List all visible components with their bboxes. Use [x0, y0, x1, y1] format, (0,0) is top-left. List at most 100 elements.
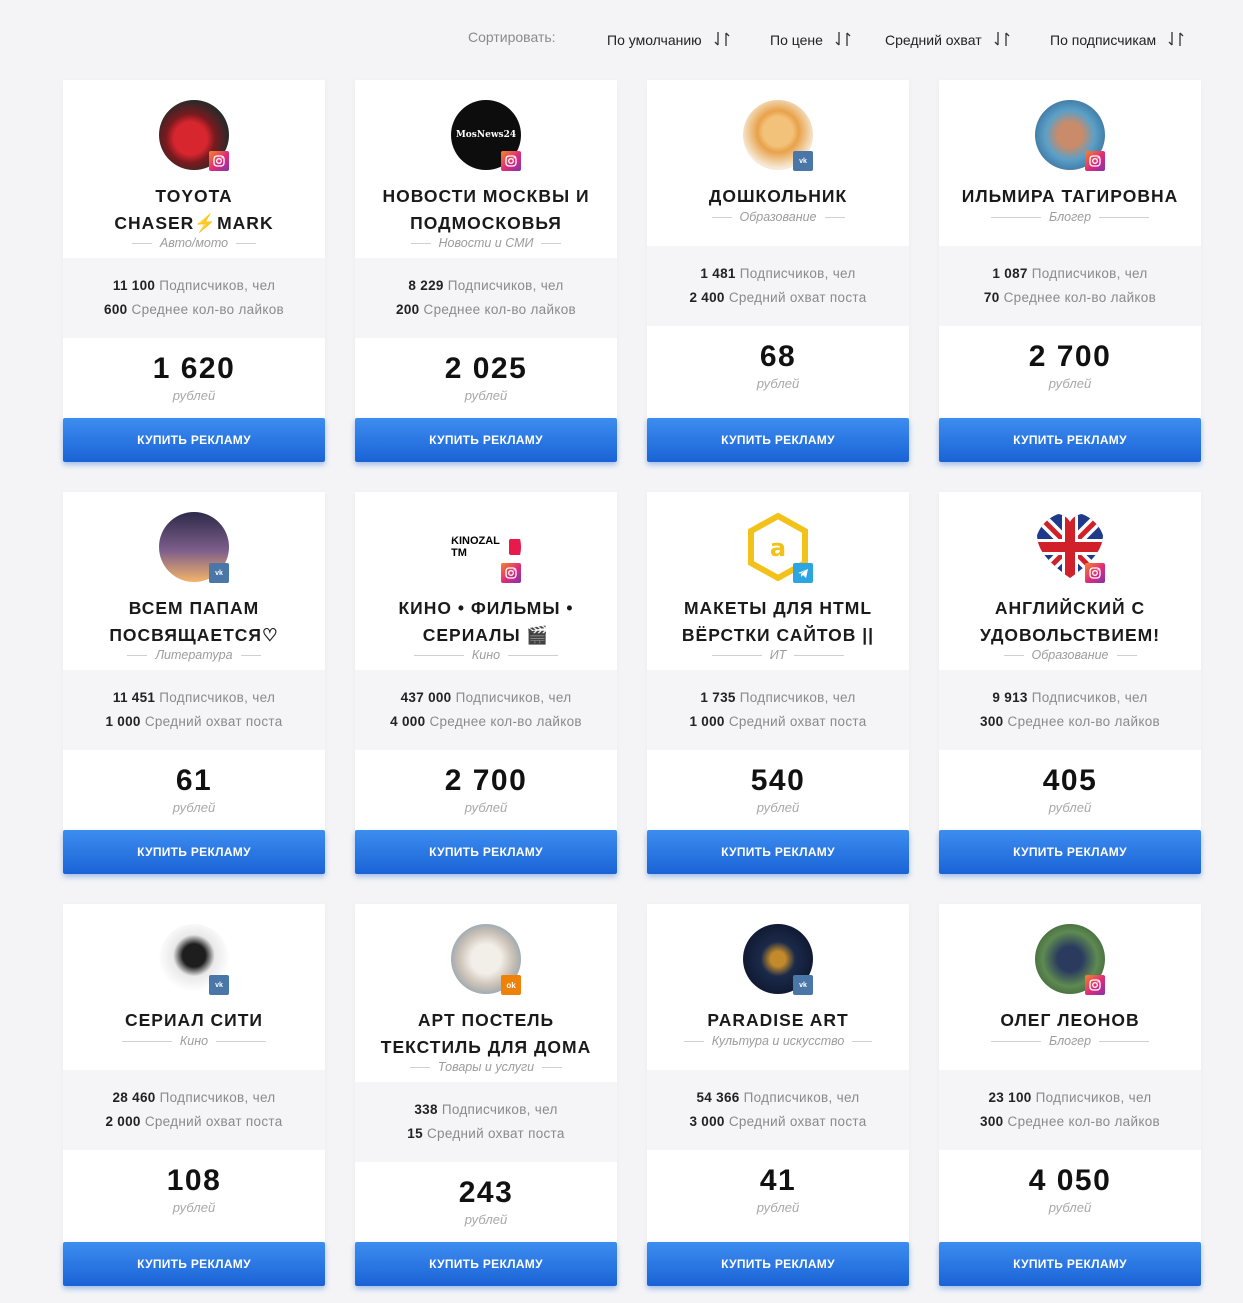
buy-ad-button[interactable]: КУПИТЬ РЕКЛАМУ	[939, 830, 1201, 874]
buy-ad-button[interactable]: КУПИТЬ РЕКЛАМУ	[647, 830, 909, 874]
channel-avatar-wrap[interactable]	[1035, 512, 1105, 583]
channel-avatar-wrap[interactable]: vk	[159, 924, 229, 995]
buy-ad-button[interactable]: КУПИТЬ РЕКЛАМУ	[647, 1242, 909, 1286]
price-unit: рублей	[1048, 1200, 1092, 1215]
engagement-label: Средний охват поста	[728, 1114, 867, 1129]
sort-arrows-icon	[1166, 31, 1186, 50]
category-label: Образование	[739, 210, 817, 224]
channel-title[interactable]: АРТ ПОСТЕЛЬ ТЕКСТИЛЬ ДЛЯ ДОМА	[365, 1007, 607, 1061]
channel-title-line-1: ОЛЕГ ЛЕОНОВ	[1000, 1010, 1140, 1030]
channel-stats: 28 460 Подписчиков, чел 2 000 Средний ох…	[63, 1070, 325, 1150]
buy-ad-button[interactable]: КУПИТЬ РЕКЛАМУ	[63, 1242, 325, 1286]
channel-title[interactable]: ОЛЕГ ЛЕОНОВ	[949, 1007, 1191, 1034]
sort-subscribers-label: По подписчикам	[1050, 32, 1157, 48]
channel-avatar-wrap[interactable]: MosNews24	[451, 100, 521, 171]
engagement-label: Среднее кол-во лайков	[1007, 714, 1160, 729]
channel-card: vk ДОШКОЛЬНИК Образование 1 481 Подписчи…	[647, 80, 909, 462]
price-value: 2 025	[444, 352, 528, 385]
vk-icon: vk	[793, 975, 813, 995]
channel-avatar-wrap[interactable]: vk	[159, 512, 229, 583]
price-unit: рублей	[756, 800, 800, 815]
engagement-label: Средний охват поста	[728, 290, 867, 305]
engagement-value: 300	[980, 1114, 1004, 1129]
channel-title[interactable]: ДОШКОЛЬНИК	[657, 183, 899, 210]
channel-title[interactable]: ИЛЬМИРА ТАГИРОВНА	[949, 183, 1191, 210]
buy-ad-button[interactable]: КУПИТЬ РЕКЛАМУ	[939, 1242, 1201, 1286]
channel-title[interactable]: СЕРИАЛ СИТИ	[73, 1007, 315, 1034]
channel-category: Образование	[939, 648, 1201, 662]
subscribers-stat: 338 Подписчиков, чел	[355, 1098, 617, 1122]
sort-subscribers[interactable]: По подписчикам	[1050, 29, 1186, 48]
channel-category: Кино	[63, 1034, 325, 1048]
channel-title-line-2: ТЕКСТИЛЬ ДЛЯ ДОМА	[380, 1037, 592, 1057]
subscribers-value: 11 100	[112, 278, 156, 293]
category-label: Культура и искусство	[711, 1034, 845, 1048]
price-value: 540	[750, 764, 806, 797]
price-value: 2 700	[444, 764, 528, 797]
channel-avatar-wrap[interactable]	[1035, 924, 1105, 995]
channel-category: Образование	[647, 210, 909, 224]
subscribers-label: Подписчиков, чел	[159, 690, 276, 705]
buy-ad-button[interactable]: КУПИТЬ РЕКЛАМУ	[355, 1242, 617, 1286]
channel-title[interactable]: TOYOTA CHASER⚡MARK	[73, 183, 315, 237]
channel-title[interactable]: КИНО • ФИЛЬМЫ • СЕРИАЛЫ 🎬	[365, 595, 607, 649]
engagement-stat: 70 Среднее кол-во лайков	[939, 286, 1201, 310]
category-label: Литература	[155, 648, 233, 662]
sort-arrows-icon	[992, 31, 1012, 50]
channel-avatar-wrap[interactable]: KINOZAL TM	[451, 512, 521, 583]
vk-icon: vk	[209, 563, 229, 583]
engagement-value: 2 000	[105, 1114, 141, 1129]
channel-avatar-wrap[interactable]	[159, 100, 229, 171]
buy-ad-button[interactable]: КУПИТЬ РЕКЛАМУ	[63, 830, 325, 874]
subscribers-value: 28 460	[112, 1090, 156, 1105]
channel-stats: 9 913 Подписчиков, чел 300 Среднее кол-в…	[939, 670, 1201, 750]
subscribers-label: Подписчиков, чел	[1035, 1090, 1152, 1105]
channel-card: a МАКЕТЫ ДЛЯ HTML ВЁРСТКИ САЙТОВ || ИТ 1…	[647, 492, 909, 874]
channel-avatar-wrap[interactable]	[1035, 100, 1105, 171]
svg-text:a: a	[770, 534, 786, 562]
engagement-label: Среднее кол-во лайков	[429, 714, 582, 729]
channel-category: Авто/мото	[63, 236, 325, 250]
price-unit: рублей	[464, 800, 508, 815]
buy-ad-button[interactable]: КУПИТЬ РЕКЛАМУ	[355, 418, 617, 462]
price-value: 2 700	[1028, 340, 1112, 373]
channel-avatar-wrap[interactable]: a	[743, 512, 813, 583]
channel-category: Блогер	[939, 210, 1201, 224]
sort-reach[interactable]: Средний охват	[885, 29, 1012, 48]
price-value: 243	[458, 1176, 514, 1209]
channel-title[interactable]: НОВОСТИ МОСКВЫ И ПОДМОСКОВЬЯ	[365, 183, 607, 237]
sort-bar: Сортировать: По умолчанию По цене Средни…	[0, 28, 1243, 48]
engagement-label: Среднее кол-во лайков	[1007, 1114, 1160, 1129]
subscribers-label: Подписчиков, чел	[743, 1090, 860, 1105]
engagement-stat: 200 Среднее кол-во лайков	[355, 298, 617, 322]
buy-ad-button[interactable]: КУПИТЬ РЕКЛАМУ	[647, 418, 909, 462]
category-label: Кино	[179, 1034, 209, 1048]
channel-avatar-wrap[interactable]: vk	[743, 100, 813, 171]
buy-ad-button[interactable]: КУПИТЬ РЕКЛАМУ	[63, 418, 325, 462]
subscribers-label: Подписчиков, чел	[1031, 690, 1148, 705]
avatar-text: KINOZAL TM	[451, 535, 500, 559]
channel-category: Культура и искусство	[647, 1034, 909, 1048]
channel-avatar-wrap[interactable]: ok	[451, 924, 521, 995]
engagement-label: Средний охват поста	[728, 714, 867, 729]
subscribers-label: Подписчиков, чел	[455, 690, 572, 705]
channel-title[interactable]: МАКЕТЫ ДЛЯ HTML ВЁРСТКИ САЙТОВ ||	[657, 595, 899, 649]
sort-price[interactable]: По цене	[770, 29, 853, 48]
category-label: Авто/мото	[159, 236, 229, 250]
channel-card: MosNews24 НОВОСТИ МОСКВЫ И ПОДМОСКОВЬЯ Н…	[355, 80, 617, 462]
channel-title[interactable]: АНГЛИЙСКИЙ С УДОВОЛЬСТВИЕМ!	[949, 595, 1191, 649]
channel-avatar-wrap[interactable]: vk	[743, 924, 813, 995]
price-unit: рублей	[464, 1212, 508, 1227]
buy-ad-button[interactable]: КУПИТЬ РЕКЛАМУ	[355, 830, 617, 874]
category-label: ИТ	[769, 648, 787, 662]
channel-stats: 1 735 Подписчиков, чел 1 000 Средний охв…	[647, 670, 909, 750]
channel-card: ok АРТ ПОСТЕЛЬ ТЕКСТИЛЬ ДЛЯ ДОМА Товары …	[355, 904, 617, 1286]
buy-ad-button[interactable]: КУПИТЬ РЕКЛАМУ	[939, 418, 1201, 462]
channel-title[interactable]: PARADISE ART	[657, 1007, 899, 1034]
subscribers-value: 54 366	[696, 1090, 740, 1105]
channel-title-line-1: МАКЕТЫ ДЛЯ HTML	[683, 598, 873, 618]
subscribers-label: Подписчиков, чел	[441, 1102, 558, 1117]
channel-title[interactable]: ВСЕМ ПАПАМ ПОСВЯЩАЕТСЯ♡	[73, 595, 315, 649]
sort-default[interactable]: По умолчанию	[607, 29, 732, 48]
channel-title-line-1: КИНО • ФИЛЬМЫ •	[398, 598, 574, 618]
